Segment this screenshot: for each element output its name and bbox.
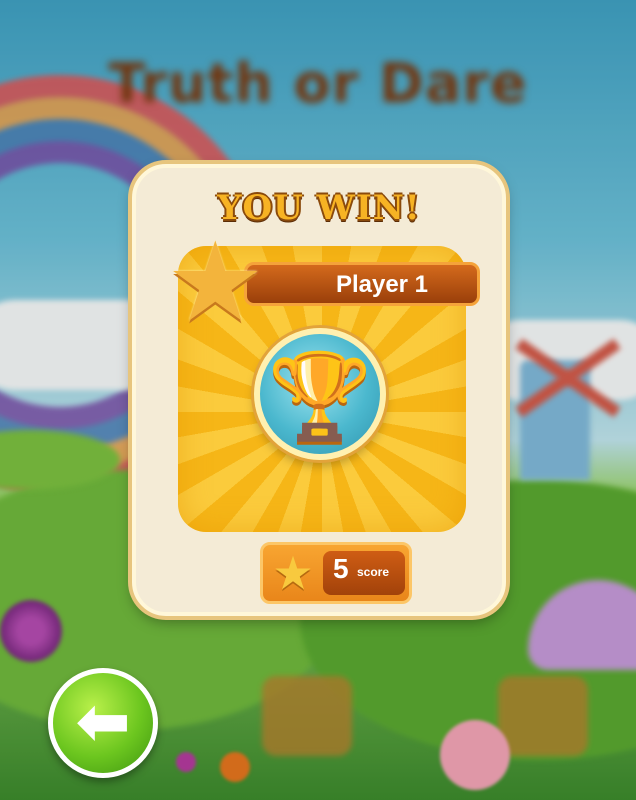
score-box: ★ 5 score: [260, 542, 412, 604]
score-value: 5: [333, 553, 349, 584]
score-display: 5 score: [323, 551, 405, 595]
star-icon: ★: [272, 546, 314, 600]
arrow-left-icon: ⬅: [75, 683, 131, 760]
trophy-badge: 🏆: [254, 328, 386, 460]
player-banner: Player 1: [244, 262, 480, 306]
win-dialog: YOU WIN! Player 1 ★ 🏆 ★ 5 score: [132, 164, 506, 616]
player-name: Player 1: [335, 271, 429, 298]
score-label: score: [357, 565, 390, 579]
back-button[interactable]: ⬅: [48, 668, 158, 778]
trophy-icon: 🏆: [267, 347, 373, 445]
star-icon: ★: [166, 218, 265, 346]
